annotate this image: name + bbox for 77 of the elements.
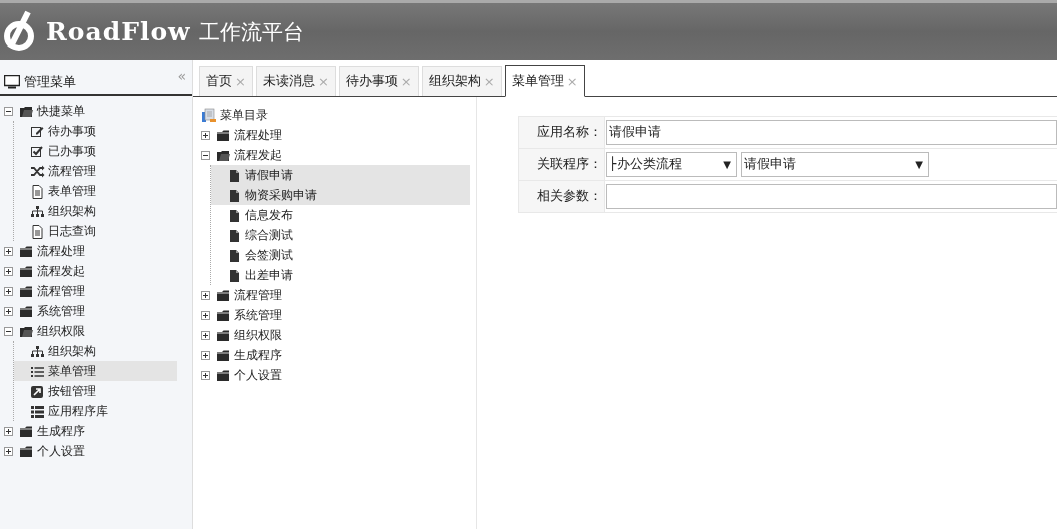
tree-item[interactable]: 快捷菜单 — [4, 101, 192, 121]
tab[interactable]: 首页 × — [199, 66, 253, 96]
expand-toggle[interactable] — [201, 290, 210, 300]
tree-item[interactable]: 个人设置 — [4, 441, 192, 461]
tree-item[interactable]: 信息发布 — [211, 205, 476, 225]
tree-item[interactable]: 流程发起 — [4, 261, 192, 281]
tree-item[interactable]: 出差申请 — [211, 265, 476, 285]
expand-toggle[interactable] — [201, 350, 210, 360]
file-icon — [227, 267, 242, 283]
file-icon — [227, 167, 242, 183]
external-link-icon — [30, 383, 45, 399]
monitor-icon — [4, 75, 20, 89]
tree-item[interactable]: 会签测试 — [211, 245, 476, 265]
tree-item[interactable]: 生成程序 — [4, 421, 192, 441]
logo-text: RoadFlow — [46, 17, 191, 46]
tree-item[interactable]: 组织架构 — [14, 341, 192, 361]
list-icon — [30, 403, 45, 419]
collapse-toggle[interactable] — [201, 150, 210, 160]
expand-toggle[interactable] — [201, 130, 210, 140]
input-field[interactable] — [606, 184, 1057, 209]
expand-toggle[interactable] — [4, 306, 13, 316]
expand-toggle[interactable] — [4, 426, 13, 436]
tree-item[interactable]: 日志查询 — [14, 221, 192, 241]
tree-item[interactable]: 系统管理 — [201, 305, 476, 325]
book-icon — [201, 107, 217, 123]
expand-toggle[interactable] — [4, 246, 13, 256]
collapse-toggle[interactable] — [4, 326, 13, 336]
tree-item[interactable]: 综合测试 — [211, 225, 476, 245]
shuffle-icon — [30, 163, 45, 179]
expand-toggle[interactable] — [4, 266, 13, 276]
input-field[interactable]: 请假申请 — [606, 120, 1057, 145]
tree-item[interactable]: 物资采购申请 — [211, 185, 470, 205]
tree-item[interactable]: 流程管理 — [14, 161, 192, 181]
file-icon — [227, 207, 242, 223]
select-field[interactable]: ├办公类流程 ▼ — [606, 152, 737, 177]
tree-item[interactable]: 组织架构 — [14, 201, 192, 221]
expand-toggle[interactable] — [4, 286, 13, 296]
app-title: 工作流平台 — [198, 18, 304, 46]
tree-item[interactable]: 流程管理 — [4, 281, 192, 301]
tree-item[interactable]: 表单管理 — [14, 181, 192, 201]
tree-item[interactable]: 已办事项 — [14, 141, 192, 161]
org-chart-icon — [30, 203, 45, 219]
expand-toggle[interactable] — [201, 310, 210, 320]
tree-item[interactable]: 流程处理 — [4, 241, 192, 261]
tab[interactable]: 组织架构 × — [421, 66, 502, 96]
tree-item[interactable]: 生成程序 — [201, 345, 476, 365]
tree-item[interactable]: 流程管理 — [201, 285, 476, 305]
tree-item[interactable]: 组织权限 — [4, 321, 192, 341]
file-icon — [227, 187, 242, 203]
expand-toggle[interactable] — [4, 446, 13, 456]
tree-item[interactable]: 个人设置 — [201, 365, 476, 385]
collapse-toggle[interactable] — [4, 106, 13, 116]
expand-toggle[interactable] — [201, 370, 210, 380]
tree-item[interactable]: 待办事项 — [14, 121, 192, 141]
tab[interactable]: 未读消息 × — [255, 66, 336, 96]
file-icon — [227, 247, 242, 263]
tree-item[interactable]: 请假申请 — [211, 165, 470, 185]
field-label: 关联程序： — [519, 149, 605, 180]
tree-item[interactable]: 应用程序库 — [14, 401, 192, 421]
field-label: 相关参数： — [519, 181, 605, 212]
tree-item[interactable]: 组织权限 — [201, 325, 476, 345]
select-field[interactable]: 请假申请 ▼ — [741, 152, 929, 177]
sidebar-title: 管理菜单 — [24, 73, 76, 91]
tree-item[interactable]: 流程发起 — [201, 145, 476, 165]
expand-toggle[interactable] — [201, 330, 210, 340]
document-icon — [30, 223, 45, 239]
tab[interactable]: 菜单管理 × — [504, 65, 585, 97]
field-label: 应用名称： — [519, 117, 605, 148]
tree-item[interactable]: 流程处理 — [201, 125, 476, 145]
tree-item[interactable]: 系统管理 — [4, 301, 192, 321]
org-chart-icon — [30, 343, 45, 359]
tree-root-label: 菜单目录 — [220, 106, 268, 124]
tree-item[interactable]: 按钮管理 — [14, 381, 192, 401]
document-icon — [30, 183, 45, 199]
tab[interactable]: 待办事项 × — [338, 66, 419, 96]
tree-item[interactable]: 菜单管理 — [14, 361, 177, 381]
file-icon — [227, 227, 242, 243]
